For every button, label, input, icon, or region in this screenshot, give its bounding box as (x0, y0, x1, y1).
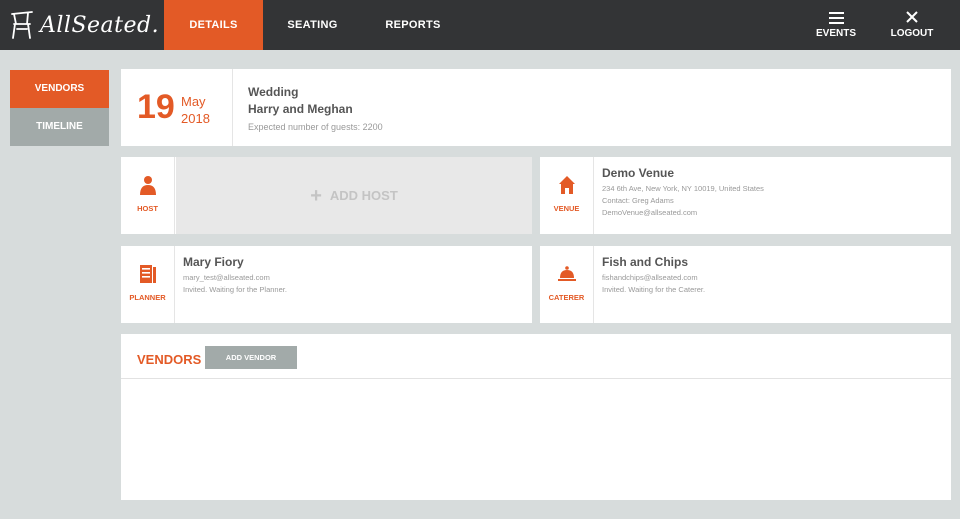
top-bar: AllSeated. DETAILS SEATING REPORTS EVENT… (0, 0, 960, 50)
events-label: EVENTS (815, 28, 856, 39)
sidebar-item-timeline[interactable]: TIMELINE (10, 108, 109, 146)
event-info: Wedding Harry and Meghan Expected number… (248, 84, 383, 132)
allseated-logo[interactable]: AllSeated. (8, 6, 159, 44)
event-month: May (181, 94, 206, 109)
planner-role-label: PLANNER (129, 293, 166, 302)
chair-logo-icon (11, 11, 33, 39)
venue-email: DemoVenue@allseated.com (602, 208, 698, 217)
event-guest-count: Expected number of guests: 2200 (248, 122, 383, 132)
event-name: Harry and Meghan (248, 102, 353, 116)
person-icon (140, 176, 156, 195)
caterer-email: fishandchips@allseated.com (602, 273, 698, 282)
cloche-icon (558, 266, 576, 281)
add-host-label: ADD HOST (329, 188, 398, 203)
sidebar-item-vendors[interactable]: VENDORS (10, 70, 109, 108)
venue-name: Demo Venue (602, 166, 675, 180)
clipboard-icon (140, 265, 156, 283)
event-summary-card: 19 May 2018 Wedding Harry and Meghan Exp… (121, 69, 951, 146)
caterer-role-cell: CATERER (540, 246, 594, 323)
event-type: Wedding (248, 85, 299, 99)
events-button[interactable]: EVENTS (806, 8, 866, 39)
planner-email: mary_test@allseated.com (183, 273, 270, 282)
event-day: 19 (137, 88, 175, 126)
add-vendor-button[interactable]: ADD VENDOR (205, 346, 297, 369)
logout-label: LOGOUT (890, 28, 934, 39)
venue-address: 234 6th Ave, New York, NY 10019, United … (602, 184, 764, 193)
venue-contact: Contact: Greg Adams (602, 196, 674, 205)
tab-reports[interactable]: REPORTS (362, 0, 464, 50)
planner-role-cell: PLANNER (121, 246, 175, 323)
host-role-cell: HOST (121, 157, 175, 234)
venue-role-cell: VENUE (540, 157, 594, 234)
venue-role-label: VENUE (553, 204, 580, 213)
planner-status: Invited. Waiting for the Planner. (183, 285, 287, 294)
caterer-details: Fish and Chips fishandchips@allseated.co… (602, 254, 705, 296)
vendors-panel: VENDORS ADD VENDOR (121, 334, 951, 500)
venue-details: Demo Venue 234 6th Ave, New York, NY 100… (602, 165, 764, 219)
vendors-header: VENDORS ADD VENDOR (121, 334, 951, 379)
add-host-button[interactable]: + ADD HOST (176, 157, 532, 234)
plus-icon: + (310, 184, 322, 207)
planner-name: Mary Fiory (183, 255, 244, 269)
close-icon (882, 8, 942, 26)
planner-details: Mary Fiory mary_test@allseated.com Invit… (183, 254, 287, 296)
event-year: 2018 (181, 111, 210, 126)
caterer-card[interactable]: CATERER Fish and Chips fishandchips@alls… (540, 246, 951, 323)
event-date: 19 May 2018 (121, 69, 233, 146)
logo-wordmark: AllSeated. (40, 12, 160, 38)
caterer-name: Fish and Chips (602, 255, 689, 269)
venue-card[interactable]: VENUE Demo Venue 234 6th Ave, New York, … (540, 157, 951, 234)
house-icon (559, 176, 575, 194)
caterer-status: Invited. Waiting for the Caterer. (602, 285, 706, 294)
planner-card[interactable]: PLANNER Mary Fiory mary_test@allseated.c… (121, 246, 532, 323)
logout-button[interactable]: LOGOUT (882, 8, 942, 39)
hamburger-menu-icon (806, 8, 866, 26)
vendors-title: VENDORS (137, 352, 202, 367)
tab-seating[interactable]: SEATING (263, 0, 362, 50)
host-card: HOST + ADD HOST (121, 157, 532, 234)
host-role-label: HOST (137, 204, 158, 213)
side-nav: VENDORS TIMELINE (10, 70, 109, 146)
tab-details[interactable]: DETAILS (164, 0, 263, 50)
caterer-role-label: CATERER (548, 293, 585, 302)
